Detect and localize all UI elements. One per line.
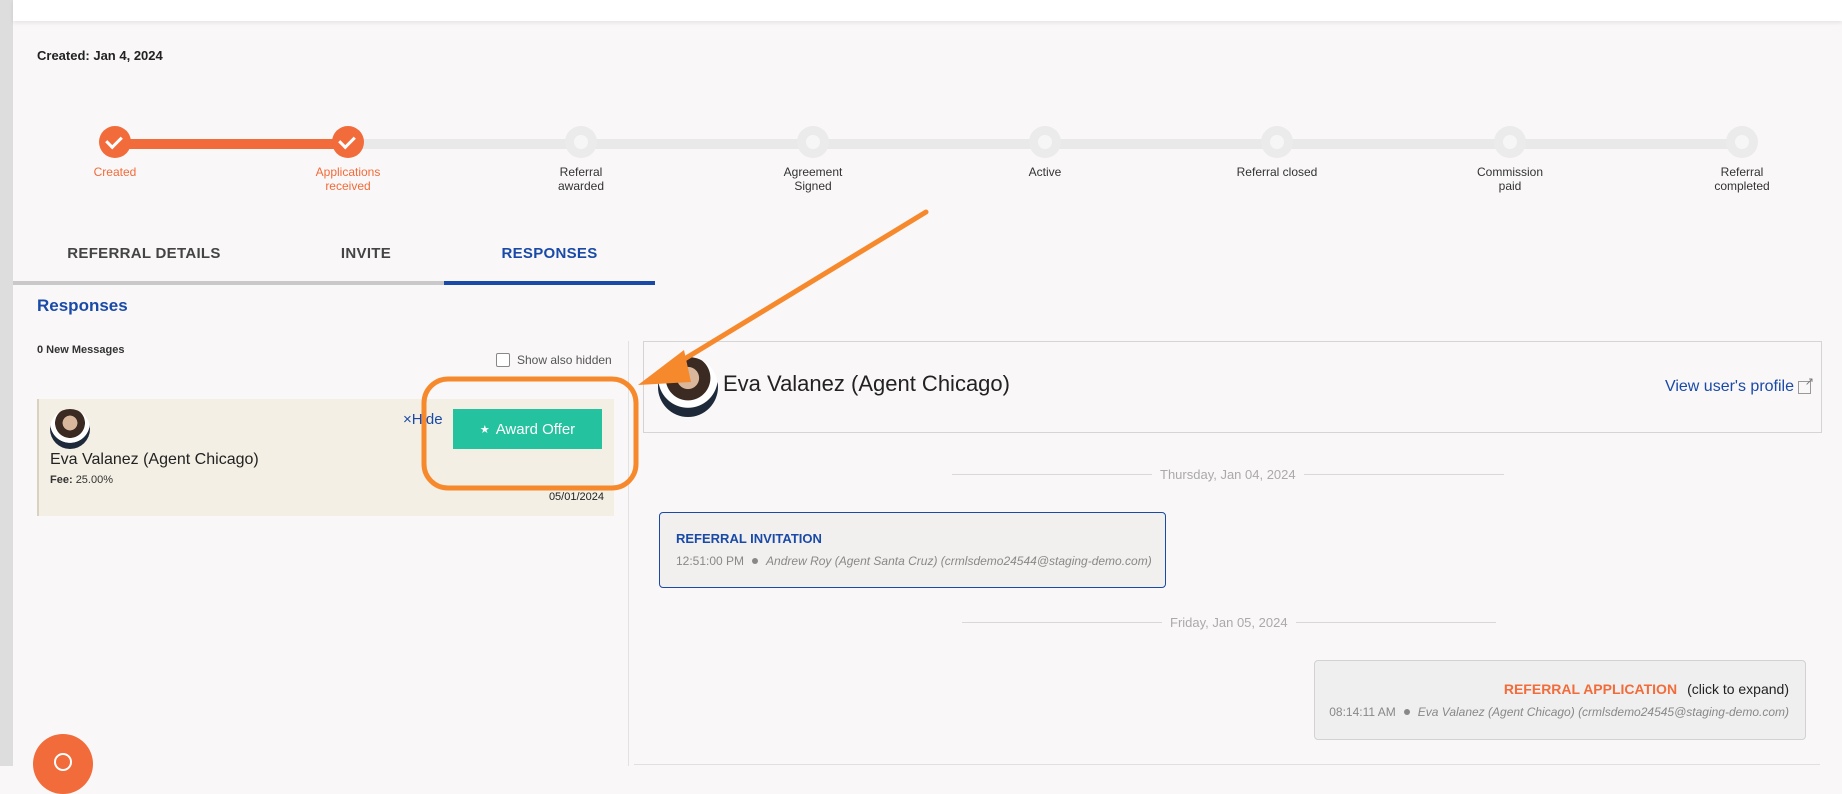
step-created: Created (55, 126, 175, 179)
award-offer-label: Award Offer (495, 420, 576, 438)
conversation-header: Eva Valanez (Agent Chicago) View user's … (643, 341, 1822, 433)
message-time: 08:14:11 AM (1329, 705, 1396, 719)
message-title-row: REFERRAL APPLICATION (click to expand) (1504, 681, 1789, 697)
star-icon: ★ (479, 423, 490, 436)
step-pending-icon (1494, 126, 1526, 158)
help-chat-icon[interactable] (33, 734, 93, 794)
day-separator: Thursday, Jan 04, 2024 (952, 467, 1504, 482)
bottom-divider (634, 764, 1820, 765)
top-header-bar (13, 0, 1842, 21)
step-done-icon (332, 126, 364, 158)
tab-invite[interactable]: INVITE (275, 234, 457, 281)
step-pending-icon (1261, 126, 1293, 158)
message-meta: 08:14:11 AM Eva Valanez (Agent Chicago) … (1329, 705, 1789, 719)
new-messages-count: 0 New Messages (37, 344, 125, 356)
show-hidden-label: Show also hidden (517, 353, 612, 367)
responses-heading: Responses (37, 296, 128, 315)
responder-name: Eva Valanez (Agent Chicago) (50, 451, 259, 468)
day-label: Friday, Jan 05, 2024 (1170, 615, 1288, 630)
fee-value: 25.00% (75, 474, 113, 486)
created-date: Created: Jan 4, 2024 (37, 48, 163, 63)
step-label: Referral awarded (557, 165, 605, 193)
avatar (658, 357, 718, 417)
message-sender: Eva Valanez (Agent Chicago) (crmlsdemo24… (1417, 705, 1789, 719)
bullet-icon (1403, 709, 1410, 715)
step-label: Created (93, 165, 137, 179)
step-referral-closed: Referral closed (1217, 126, 1337, 179)
step-label: Active (1028, 165, 1062, 179)
step-agreement-signed: Agreement Signed (753, 126, 873, 193)
step-referral-awarded: Referral awarded (521, 126, 641, 193)
tab-referral-details[interactable]: REFERRAL DETAILS (13, 234, 275, 281)
tab-bar: REFERRAL DETAILS INVITE RESPONSES (13, 234, 655, 285)
message-referral-application[interactable]: REFERRAL APPLICATION (click to expand) 0… (1314, 660, 1806, 740)
step-label: Referral completed (1714, 165, 1770, 193)
step-pending-icon (565, 126, 597, 158)
step-referral-completed: Referral completed (1682, 126, 1802, 193)
step-active: Active (985, 126, 1105, 179)
message-meta: 12:51:00 PM Andrew Roy (Agent Santa Cruz… (676, 554, 1152, 568)
response-date: 05/01/2024 (548, 491, 604, 503)
external-link-icon (1798, 375, 1814, 394)
left-edge-strip (0, 0, 13, 766)
show-hidden-toggle[interactable]: Show also hidden (496, 353, 612, 367)
step-label: Agreement Signed (783, 165, 843, 193)
fee-info: Fee: 25.00% (50, 474, 113, 486)
avatar (50, 409, 90, 449)
expand-hint[interactable]: (click to expand) (1687, 681, 1789, 697)
message-title: REFERRAL INVITATION (676, 531, 822, 546)
day-label: Thursday, Jan 04, 2024 (1160, 467, 1296, 482)
step-pending-icon (1029, 126, 1061, 158)
day-separator: Friday, Jan 05, 2024 (962, 615, 1496, 630)
step-applications-received: Applications received (288, 126, 408, 193)
panel-divider (628, 341, 629, 766)
view-profile-label: View user's profile (1664, 378, 1794, 395)
step-label: Referral closed (1236, 165, 1318, 179)
step-label: Commission paid (1476, 165, 1543, 193)
bullet-icon (752, 558, 759, 564)
step-done-icon (99, 126, 131, 158)
message-time: 12:51:00 PM (676, 554, 745, 568)
step-commission-paid: Commission paid (1450, 126, 1570, 193)
message-referral-invitation[interactable]: REFERRAL INVITATION 12:51:00 PM Andrew R… (659, 512, 1166, 588)
tab-responses[interactable]: RESPONSES (444, 234, 655, 285)
step-pending-icon (1726, 126, 1758, 158)
hide-link[interactable]: ×Hide (403, 411, 443, 428)
show-hidden-checkbox[interactable] (496, 353, 510, 367)
conversation-agent-name: Eva Valanez (Agent Chicago) (723, 371, 1010, 396)
step-label: Applications received (315, 165, 381, 193)
message-title: REFERRAL APPLICATION (1503, 681, 1678, 697)
step-pending-icon (797, 126, 829, 158)
view-profile-link[interactable]: View user's profile (1664, 375, 1814, 396)
message-sender: Andrew Roy (Agent Santa Cruz) (crmlsdemo… (766, 554, 1152, 568)
award-offer-button[interactable]: ★ Award Offer (453, 409, 602, 449)
fee-label: Fee: (50, 474, 73, 486)
